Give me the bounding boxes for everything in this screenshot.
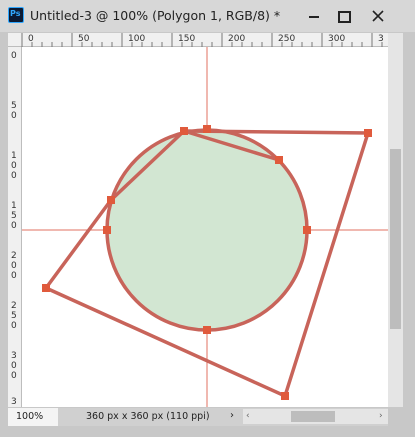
ruler-label: 250 <box>278 34 296 44</box>
horizontal-ruler[interactable]: 0 50 100 150 200 250 300 3 <box>8 33 388 47</box>
ruler-label: 0 <box>28 34 34 44</box>
maximize-button[interactable] <box>327 6 359 26</box>
artwork-canvas[interactable] <box>22 47 388 407</box>
anchor-point[interactable] <box>180 127 188 135</box>
anchor-point[interactable] <box>42 284 50 292</box>
document-window: Ps Untitled-3 @ 100% (Polygon 1, RGB/8) … <box>0 0 415 437</box>
horizontal-scroll-thumb[interactable] <box>291 411 335 422</box>
document-info: 360 px x 360 px (110 ppi) <box>86 411 210 422</box>
ruler-label: 3 <box>11 397 17 407</box>
ruler-label: 2 5 0 <box>11 301 17 331</box>
close-button[interactable] <box>356 6 400 26</box>
ruler-label: 100 <box>128 34 146 44</box>
ruler-label: 150 <box>178 34 196 44</box>
minimize-button[interactable] <box>298 6 330 26</box>
ruler-label: 3 0 0 <box>11 351 17 381</box>
ruler-label: 0 <box>11 51 17 61</box>
anchor-point[interactable] <box>275 156 283 164</box>
anchor-point[interactable] <box>203 326 211 334</box>
close-icon <box>372 10 384 22</box>
ruler-label: 1 0 0 <box>11 151 17 181</box>
anchor-point[interactable] <box>103 226 111 234</box>
ruler-label: 200 <box>228 34 246 44</box>
anchor-point[interactable] <box>203 125 211 133</box>
horizontal-scrollbar[interactable]: ‹ › <box>243 409 388 424</box>
ruler-label: 5 0 <box>11 101 17 121</box>
anchor-point[interactable] <box>364 129 372 137</box>
anchor-point[interactable] <box>107 196 115 204</box>
anchor-point[interactable] <box>281 392 289 400</box>
ruler-label: 300 <box>328 34 346 44</box>
ruler-label: 3 <box>378 34 384 44</box>
vertical-scroll-thumb[interactable] <box>390 149 401 329</box>
scroll-right-icon[interactable]: › <box>379 411 383 421</box>
window-title: Untitled-3 @ 100% (Polygon 1, RGB/8) * <box>30 8 281 23</box>
title-bar[interactable]: Ps Untitled-3 @ 100% (Polygon 1, RGB/8) … <box>0 0 415 32</box>
chevron-right-icon[interactable]: › <box>230 410 234 421</box>
ruler-label: 2 0 0 <box>11 251 17 281</box>
ps-app-icon: Ps <box>8 7 24 23</box>
ruler-label: 1 5 0 <box>11 201 17 231</box>
ruler-label: 50 <box>78 34 90 44</box>
vertical-scrollbar[interactable] <box>388 33 403 407</box>
vertical-ruler[interactable]: 0 5 0 1 0 0 1 5 0 2 0 0 2 5 0 3 0 0 3 <box>8 47 22 407</box>
zoom-field[interactable]: 100% <box>8 408 58 426</box>
scroll-left-icon[interactable]: ‹ <box>246 411 250 421</box>
anchor-point[interactable] <box>303 226 311 234</box>
